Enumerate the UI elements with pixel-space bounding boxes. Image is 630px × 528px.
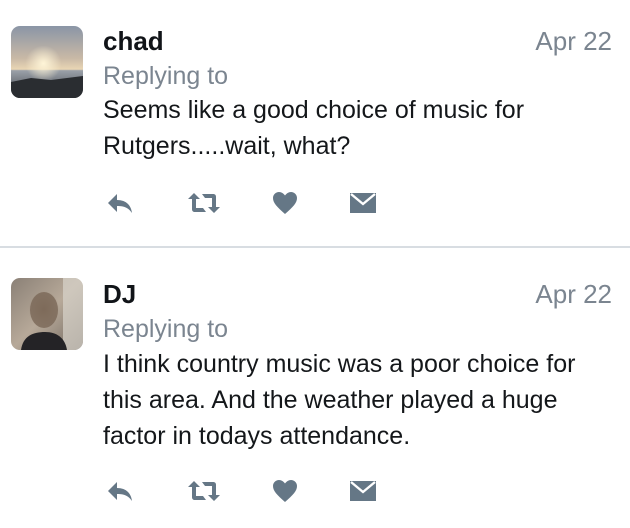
like-button[interactable] xyxy=(268,476,302,506)
avatar[interactable] xyxy=(11,278,83,350)
tweet-date: Apr 22 xyxy=(535,26,612,56)
tweet[interactable]: chad Apr 22 Replying to Seems like a goo… xyxy=(0,0,630,246)
heart-icon xyxy=(273,192,297,214)
replying-to-label[interactable]: Replying to xyxy=(103,61,228,91)
author-name[interactable]: DJ xyxy=(103,279,136,309)
retweet-button[interactable] xyxy=(187,476,221,506)
tweet-date: Apr 22 xyxy=(535,279,612,309)
reply-feed: chad Apr 22 Replying to Seems like a goo… xyxy=(0,0,630,528)
tweet-actions xyxy=(103,476,403,506)
author-name[interactable]: chad xyxy=(103,26,164,56)
reply-icon xyxy=(108,194,132,213)
envelope-icon xyxy=(350,481,376,501)
sunset-avatar-image xyxy=(11,26,83,98)
tweet-text: I think country music was a poor choice … xyxy=(103,350,576,450)
reply-icon xyxy=(108,482,132,501)
heart-icon xyxy=(273,480,297,502)
avatar[interactable] xyxy=(11,26,83,98)
retweet-icon xyxy=(188,193,220,213)
like-button[interactable] xyxy=(268,188,302,218)
retweet-icon xyxy=(188,481,220,501)
tweet-actions xyxy=(103,188,403,218)
reply-button[interactable] xyxy=(103,476,137,506)
reply-button[interactable] xyxy=(103,188,137,218)
retweet-button[interactable] xyxy=(187,188,221,218)
direct-message-button[interactable] xyxy=(346,188,380,218)
envelope-icon xyxy=(350,193,376,213)
direct-message-button[interactable] xyxy=(346,476,380,506)
tweet[interactable]: DJ Apr 22 Replying to I think country mu… xyxy=(0,248,630,528)
blurred-person-avatar-image xyxy=(11,278,83,350)
replying-to-label[interactable]: Replying to xyxy=(103,314,228,344)
tweet-text: Seems like a good choice of music for Ru… xyxy=(103,96,525,160)
